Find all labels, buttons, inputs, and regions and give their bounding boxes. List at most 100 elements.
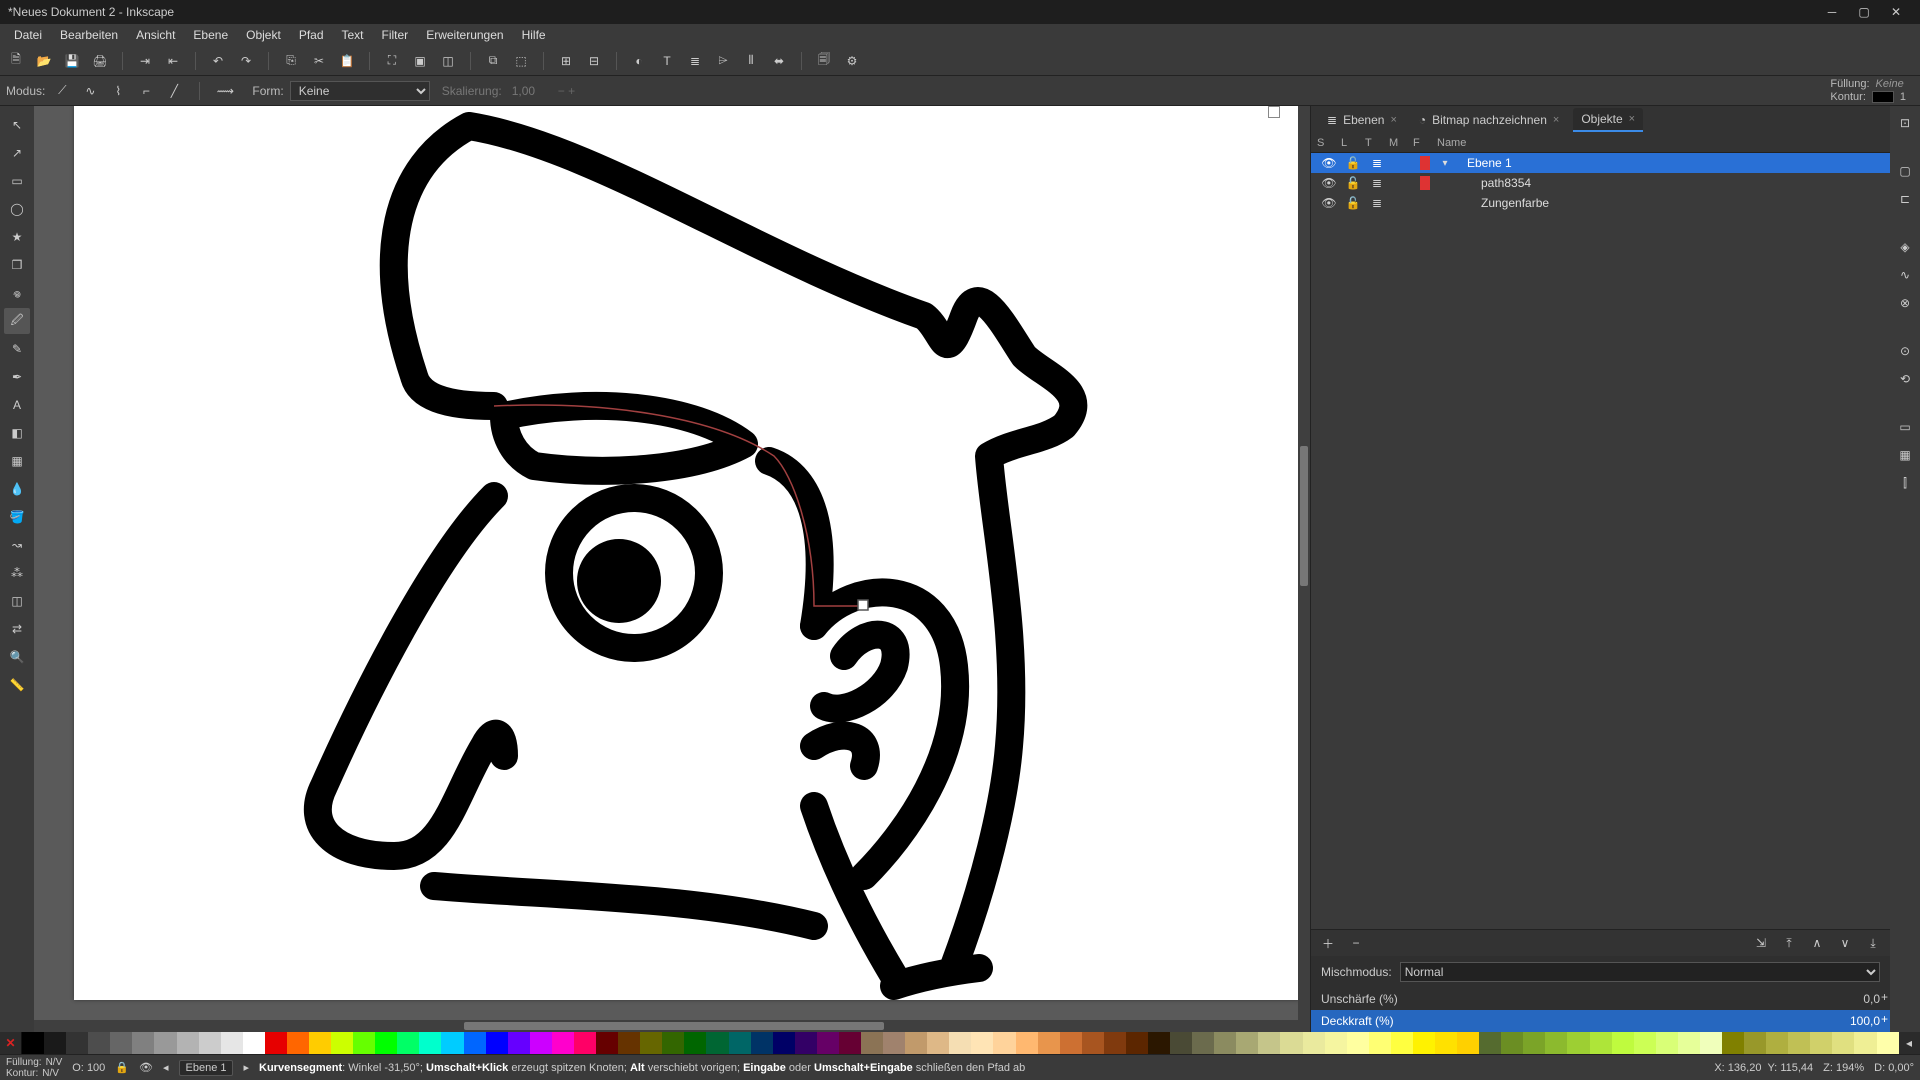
lock-icon[interactable]: 🔓 <box>1341 176 1365 190</box>
spray-tool-icon[interactable]: ⁂ <box>4 560 30 586</box>
object-row-zungenfarbe[interactable]: 👁 🔓 ≣ Zungenfarbe <box>1311 193 1890 213</box>
horizontal-scrollbar[interactable] <box>34 1020 1298 1032</box>
add-layer-icon[interactable]: ＋ <box>1319 934 1337 952</box>
color-swatch[interactable] <box>464 1032 486 1054</box>
color-swatch[interactable] <box>1148 1032 1170 1054</box>
color-swatch[interactable] <box>1060 1032 1082 1054</box>
palette-menu-icon[interactable]: ◂ <box>1898 1032 1920 1054</box>
color-swatch[interactable] <box>375 1032 397 1054</box>
object-row-path8354[interactable]: 👁 🔓 ≣ path8354 <box>1311 173 1890 193</box>
menu-bearbeiten[interactable]: Bearbeiten <box>52 26 126 44</box>
new-doc-icon[interactable]: 🗎 <box>6 51 26 71</box>
color-swatch[interactable] <box>199 1032 221 1054</box>
measure-tool-icon[interactable]: 📏 <box>4 672 30 698</box>
status-zoom[interactable]: Z: 194% <box>1823 1062 1864 1074</box>
minimize-button[interactable]: ─ <box>1816 0 1848 24</box>
color-swatch[interactable] <box>1832 1032 1854 1054</box>
fill-stroke-dialog-icon[interactable]: ◐ <box>629 51 649 71</box>
print-icon[interactable]: 🖨 <box>90 51 110 71</box>
paintbucket-tool-icon[interactable]: 🪣 <box>4 504 30 530</box>
snap-toggle-icon[interactable]: ⊡ <box>1894 112 1916 134</box>
color-swatch[interactable] <box>1347 1032 1369 1054</box>
color-swatch[interactable] <box>1435 1032 1457 1054</box>
color-swatch[interactable] <box>1303 1032 1325 1054</box>
snap-node-icon[interactable]: ◈ <box>1894 236 1916 258</box>
color-swatch[interactable] <box>1501 1032 1523 1054</box>
color-swatch[interactable] <box>1236 1032 1258 1054</box>
color-swatch[interactable] <box>640 1032 662 1054</box>
color-swatch[interactable] <box>44 1032 66 1054</box>
color-swatch[interactable] <box>949 1032 971 1054</box>
selector-tool-icon[interactable]: ↖ <box>4 112 30 138</box>
move-top-icon[interactable]: ⤒ <box>1780 934 1798 952</box>
color-swatch[interactable] <box>508 1032 530 1054</box>
color-swatch[interactable] <box>1656 1032 1678 1054</box>
eye-icon[interactable]: 👁 <box>1317 176 1341 190</box>
close-icon[interactable]: × <box>1629 113 1635 125</box>
color-swatch[interactable] <box>905 1032 927 1054</box>
color-swatch[interactable] <box>1545 1032 1567 1054</box>
mode-bspline-icon[interactable]: ⌇ <box>107 80 129 102</box>
color-swatch[interactable] <box>839 1032 861 1054</box>
color-swatch[interactable] <box>1413 1032 1435 1054</box>
calligraphy-tool-icon[interactable]: ✒ <box>4 364 30 390</box>
color-swatch[interactable] <box>287 1032 309 1054</box>
snap-center-icon[interactable]: ⊙ <box>1894 340 1916 362</box>
close-icon[interactable]: × <box>1390 114 1396 126</box>
color-swatch[interactable] <box>971 1032 993 1054</box>
menu-text[interactable]: Text <box>334 26 372 44</box>
color-swatch[interactable] <box>66 1032 88 1054</box>
tab-bitmap[interactable]: ◔ Bitmap nachzeichnen × <box>1411 109 1567 131</box>
color-swatch[interactable] <box>751 1032 773 1054</box>
save-icon[interactable]: 💾 <box>62 51 82 71</box>
color-swatch[interactable] <box>1016 1032 1038 1054</box>
color-swatch[interactable] <box>397 1032 419 1054</box>
eraser-tool-icon[interactable]: ◫ <box>4 588 30 614</box>
plus-icon[interactable]: + <box>1881 990 1888 1004</box>
snap-path-icon[interactable]: ∿ <box>1894 264 1916 286</box>
color-swatch[interactable] <box>927 1032 949 1054</box>
color-swatch[interactable] <box>88 1032 110 1054</box>
rectangle-tool-icon[interactable]: ▭ <box>4 168 30 194</box>
color-swatch[interactable] <box>1744 1032 1766 1054</box>
color-swatch[interactable] <box>1369 1032 1391 1054</box>
status-opacity[interactable]: O: 100 <box>72 1062 105 1074</box>
mode-paraxial-icon[interactable]: ⌐ <box>135 80 157 102</box>
zoom-tool-icon[interactable]: 🔍 <box>4 644 30 670</box>
cut-icon[interactable]: ✂ <box>309 51 329 71</box>
eye-icon[interactable]: 👁 <box>1317 156 1341 170</box>
text-tool-icon[interactable]: A <box>4 392 30 418</box>
plus-icon[interactable]: + <box>1881 1012 1888 1026</box>
transform-dialog-icon[interactable]: ⬌ <box>769 51 789 71</box>
color-swatch[interactable] <box>684 1032 706 1054</box>
move-bottom-icon[interactable]: ⤓ <box>1864 934 1882 952</box>
color-swatch[interactable] <box>1634 1032 1656 1054</box>
color-swatch[interactable] <box>22 1032 44 1054</box>
color-swatch[interactable] <box>419 1032 441 1054</box>
xml-dialog-icon[interactable]: ⌲ <box>713 51 733 71</box>
color-swatch[interactable] <box>1258 1032 1280 1054</box>
remove-layer-icon[interactable]: − <box>1347 934 1365 952</box>
color-swatch[interactable] <box>861 1032 883 1054</box>
color-swatch[interactable] <box>265 1032 287 1054</box>
group-icon[interactable]: ⊞ <box>556 51 576 71</box>
color-swatch[interactable] <box>1104 1032 1126 1054</box>
color-swatch[interactable] <box>1877 1032 1899 1054</box>
close-icon[interactable]: × <box>1553 114 1559 126</box>
star-tool-icon[interactable]: ★ <box>4 224 30 250</box>
color-swatch[interactable] <box>552 1032 574 1054</box>
color-swatch[interactable] <box>1678 1032 1700 1054</box>
doc-properties-icon[interactable]: 🗐 <box>814 51 834 71</box>
color-swatch[interactable] <box>331 1032 353 1054</box>
menu-filter[interactable]: Filter <box>374 26 417 44</box>
color-swatch[interactable] <box>1170 1032 1192 1054</box>
color-swatch[interactable] <box>596 1032 618 1054</box>
eye-icon[interactable]: 👁 <box>139 1061 153 1074</box>
color-swatch[interactable] <box>1700 1032 1722 1054</box>
chevron-down-icon[interactable]: ▾ <box>1437 158 1453 169</box>
clone-icon[interactable]: ⬚ <box>511 51 531 71</box>
color-swatch[interactable] <box>773 1032 795 1054</box>
color-swatch[interactable] <box>618 1032 640 1054</box>
color-swatch[interactable] <box>1523 1032 1545 1054</box>
color-swatch[interactable] <box>574 1032 596 1054</box>
